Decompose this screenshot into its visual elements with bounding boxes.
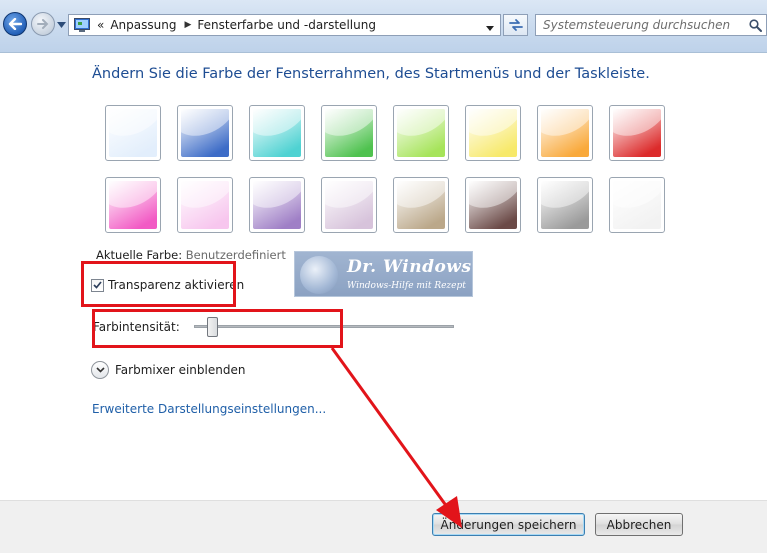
current-color-label: Aktuelle Farbe:: [96, 248, 183, 262]
color-swatch-lavender[interactable]: [321, 177, 377, 233]
swatch-fill: [253, 109, 301, 157]
swatch-fill: [109, 181, 157, 229]
annotation-box-transparency: [81, 261, 236, 307]
current-color-text: Aktuelle Farbe: Benutzerdefiniert: [96, 248, 286, 262]
swatch-fill: [469, 181, 517, 229]
swatch-fill: [325, 181, 373, 229]
search-icon[interactable]: [749, 19, 762, 32]
save-changes-button[interactable]: Änderungen speichern: [432, 513, 585, 536]
back-button[interactable]: [3, 12, 27, 36]
color-mixer-toggle[interactable]: Farbmixer einblenden: [91, 361, 245, 379]
search-input[interactable]: [536, 16, 743, 34]
color-swatch-slate[interactable]: [537, 177, 593, 233]
forward-arrow-icon: [37, 19, 49, 29]
color-mixer-label[interactable]: Farbmixer einblenden: [115, 363, 245, 377]
swatch-fill: [397, 109, 445, 157]
color-swatch-pumpkin[interactable]: [537, 105, 593, 161]
color-swatch-fuchsia[interactable]: [105, 177, 161, 233]
swatch-fill: [253, 181, 301, 229]
refresh-icon: [508, 19, 523, 31]
color-swatch-chocolate[interactable]: [465, 177, 521, 233]
recent-pages-button[interactable]: [57, 19, 66, 31]
watermark-title: Dr. Windows: [347, 257, 472, 277]
color-swatch-lemon[interactable]: [465, 105, 521, 161]
breadcrumb-item-anpassung[interactable]: Anpassung: [110, 18, 176, 32]
swatch-fill: [469, 109, 517, 157]
advanced-appearance-link[interactable]: Erweiterte Darstellungseinstellungen...: [92, 402, 326, 416]
watermark-logo: Dr. Windows Windows-Hilfe mit Rezept: [294, 251, 473, 297]
color-swatch-frost[interactable]: [609, 177, 665, 233]
address-toolbar: « Anpassung ▶ Fensterfarbe und -darstell…: [0, 0, 767, 53]
swatch-fill: [613, 109, 661, 157]
chevron-down-icon: [57, 22, 66, 28]
forward-button[interactable]: [31, 12, 55, 36]
breadcrumb-item-fensterfarbe[interactable]: Fensterfarbe und -darstellung: [197, 18, 376, 32]
cancel-button[interactable]: Abbrechen: [595, 513, 683, 536]
color-swatch-lime[interactable]: [393, 105, 449, 161]
swatch-fill: [181, 109, 229, 157]
annotation-box-intensity: [92, 309, 343, 348]
swatch-fill: [397, 181, 445, 229]
color-swatch-leaf[interactable]: [321, 105, 377, 161]
swatch-fill: [109, 109, 157, 157]
swatch-fill: [325, 109, 373, 157]
current-color-value: Benutzerdefiniert: [185, 248, 286, 262]
expand-chevron-icon[interactable]: [91, 361, 109, 379]
control-panel-icon: [74, 18, 90, 32]
swatch-fill: [541, 109, 589, 157]
page-title: Ändern Sie die Farbe der Fensterrahmen, …: [92, 66, 650, 82]
color-swatch-twilight[interactable]: [177, 105, 233, 161]
swatch-fill: [613, 181, 661, 229]
globe-logo-icon: [300, 256, 338, 294]
search-box[interactable]: [535, 14, 767, 36]
address-dropdown-icon[interactable]: [486, 21, 494, 35]
color-swatch-sea[interactable]: [249, 105, 305, 161]
color-swatch-blush[interactable]: [177, 177, 233, 233]
swatch-fill: [541, 181, 589, 229]
breadcrumb-separator-icon[interactable]: ▶: [184, 20, 191, 30]
refresh-button[interactable]: [503, 14, 528, 36]
color-swatch-taupe[interactable]: [393, 177, 449, 233]
back-arrow-icon: [8, 18, 22, 30]
color-swatch-sky[interactable]: [105, 105, 161, 161]
color-swatch-violet[interactable]: [249, 177, 305, 233]
swatch-fill: [181, 181, 229, 229]
address-field[interactable]: « Anpassung ▶ Fensterfarbe und -darstell…: [68, 14, 501, 36]
breadcrumb-overflow[interactable]: «: [97, 18, 104, 32]
color-swatch-ruby[interactable]: [609, 105, 665, 161]
watermark-subtitle: Windows-Hilfe mit Rezept: [347, 281, 466, 291]
